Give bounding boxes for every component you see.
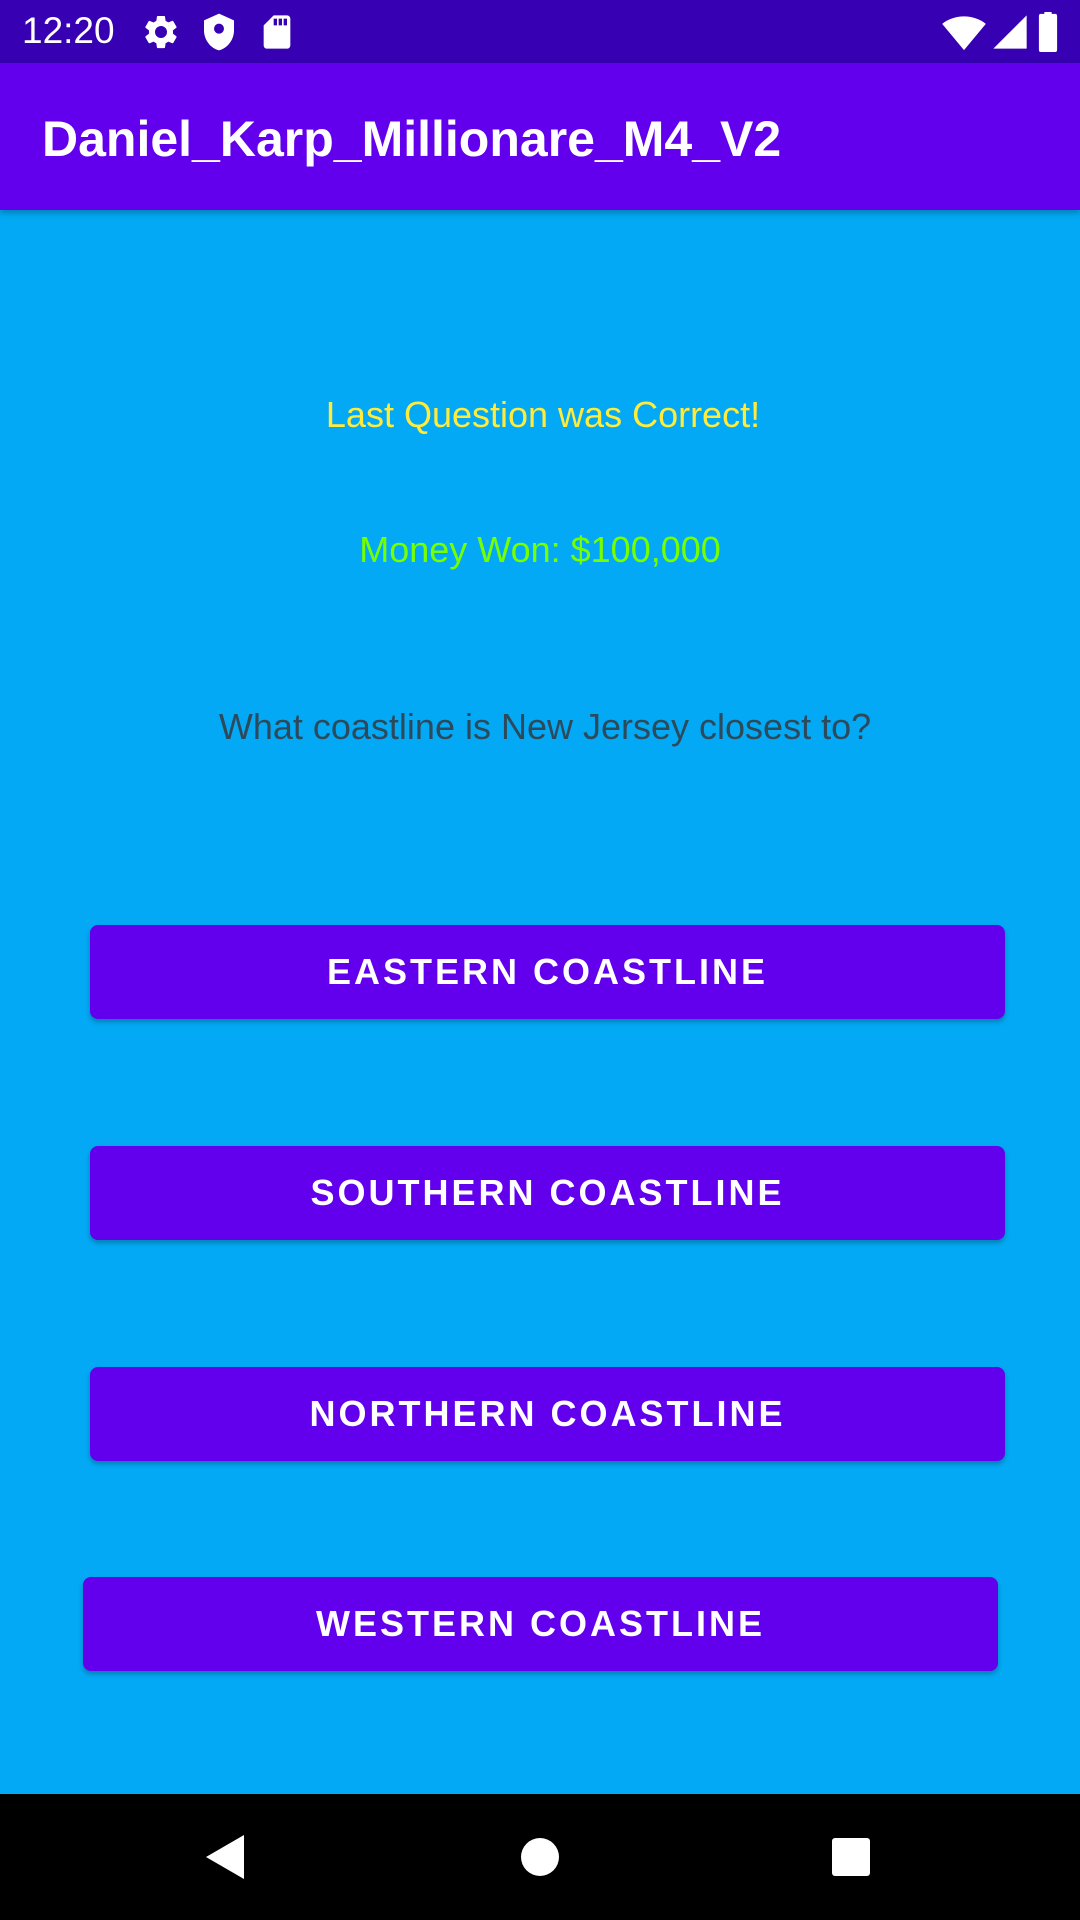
sd-card-icon [257,12,297,52]
settings-icon [141,12,181,52]
home-icon[interactable] [510,1827,570,1887]
question-text: What coastline is New Jersey closest to? [218,706,872,747]
status-time: 12:20 [22,10,115,51]
back-icon[interactable] [196,1827,256,1887]
answer-button-2[interactable]: SOUTHERN COASTLINE [90,1146,1005,1240]
answer-button-3[interactable]: NORTHERN COASTLINE [90,1367,1005,1461]
shield-icon [199,12,239,52]
wifi-icon [942,12,986,52]
recents-icon[interactable] [821,1827,881,1887]
screen: 12:20 Daniel_Karp_Millionare_M4_V2 Last … [0,0,1080,1920]
money-won-label: Money Won: $100,000 [359,529,721,570]
answer-button-4[interactable]: WESTERN COASTLINE [83,1577,998,1671]
navigation-bar [0,1794,1080,1920]
battery-icon [1036,12,1060,52]
app-bar: Daniel_Karp_Millionare_M4_V2 [0,63,1080,210]
status-bar: 12:20 [0,0,1080,63]
app-title: Daniel_Karp_Millionare_M4_V2 [42,111,782,167]
answer-button-1[interactable]: EASTERN COASTLINE [90,925,1005,1019]
result-message: Last Question was Correct! [325,394,761,435]
cell-signal-icon [990,12,1030,52]
